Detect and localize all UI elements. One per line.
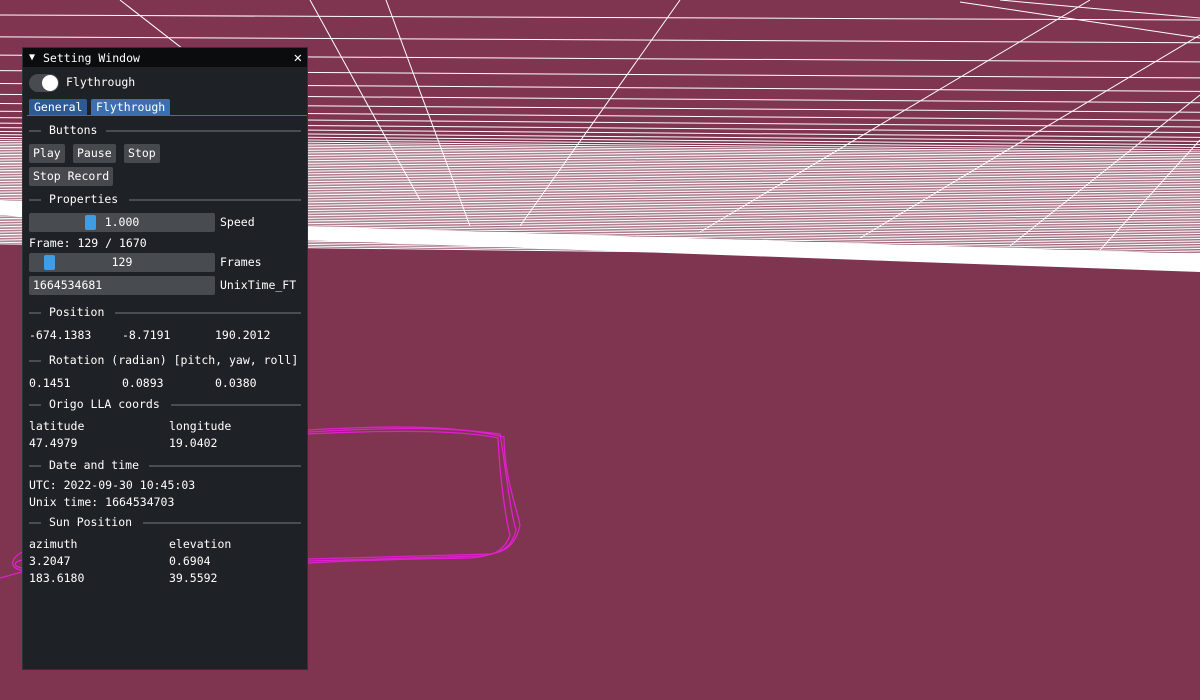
rotation-roll: 0.0380 xyxy=(215,376,257,390)
latitude-label: latitude xyxy=(29,419,85,433)
latitude-value: 47.4979 xyxy=(29,436,78,450)
frames-value: 129 xyxy=(111,255,133,269)
frames-label: Frames xyxy=(220,255,262,269)
utc-datetime: UTC: 2022-09-30 10:45:03 xyxy=(29,478,196,492)
grid-line xyxy=(999,0,1200,19)
tab-general[interactable]: General xyxy=(29,99,88,115)
rotation-pitch: 0.1451 xyxy=(29,376,71,390)
section-rotation-label: Rotation (radian) [pitch, yaw, roll] xyxy=(49,353,299,367)
azimuth-label: azimuth xyxy=(29,537,78,551)
flythrough-path xyxy=(0,571,23,579)
tab-flythrough[interactable]: Flythrough xyxy=(91,99,171,115)
flythrough-path xyxy=(307,427,517,562)
section-origo: Origo LLA coords xyxy=(29,397,301,411)
unixtime-input[interactable]: 1664534681 xyxy=(29,276,215,295)
longitude-label: longitude xyxy=(169,419,232,433)
section-origo-label: Origo LLA coords xyxy=(49,397,160,411)
elevation-label: elevation xyxy=(169,537,232,551)
unixtime-label: UnixTime_FT xyxy=(220,278,297,292)
stop-record-button[interactable]: Stop Record xyxy=(29,167,114,186)
tab-underline xyxy=(27,115,307,116)
toggle-knob xyxy=(42,75,58,91)
flythrough-toggle[interactable] xyxy=(29,74,59,92)
flythrough-path xyxy=(14,559,23,569)
position-x: -674.1383 xyxy=(29,328,92,342)
section-sun: Sun Position xyxy=(29,515,301,529)
position-y: -8.7191 xyxy=(122,328,171,342)
unix-time: Unix time: 1664534703 xyxy=(29,495,175,509)
elevation-deg-value: 39.5592 xyxy=(169,571,218,585)
elevation-rad-value: 0.6904 xyxy=(169,554,211,568)
speed-value: 1.000 xyxy=(104,215,140,229)
azimuth-rad-value: 3.2047 xyxy=(29,554,71,568)
window-titlebar[interactable]: ▼ Setting Window ✕ xyxy=(23,48,307,67)
section-datetime: Date and time xyxy=(29,458,301,472)
collapse-triangle-icon[interactable]: ▼ xyxy=(29,52,39,63)
rotation-yaw: 0.0893 xyxy=(122,376,164,390)
window-title: Setting Window xyxy=(43,50,140,65)
section-sun-label: Sun Position xyxy=(49,515,133,529)
flythrough-path xyxy=(307,430,511,564)
frame-counter: Frame: 129 / 1670 xyxy=(29,236,147,250)
frames-slider[interactable]: 129 xyxy=(29,253,215,272)
section-position-label: Position xyxy=(49,305,105,319)
section-position: Position xyxy=(29,305,301,319)
section-properties-label: Properties xyxy=(49,192,119,206)
stop-button[interactable]: Stop xyxy=(124,144,160,163)
speed-label: Speed xyxy=(220,215,255,229)
section-buttons-label: Buttons xyxy=(49,123,98,137)
section-rotation: Rotation (radian) [pitch, yaw, roll] xyxy=(29,353,301,367)
play-button[interactable]: Play xyxy=(29,144,65,163)
pause-button[interactable]: Pause xyxy=(73,144,116,163)
close-icon[interactable]: ✕ xyxy=(294,51,302,65)
section-buttons: Buttons xyxy=(29,123,301,137)
speed-slider[interactable]: 1.000 xyxy=(29,213,215,232)
section-properties: Properties xyxy=(29,192,301,206)
grid-line xyxy=(0,14,1200,21)
longitude-value: 19.0402 xyxy=(169,436,218,450)
azimuth-deg-value: 183.6180 xyxy=(29,571,85,585)
flythrough-toggle-label: Flythrough xyxy=(66,75,136,89)
section-datetime-label: Date and time xyxy=(49,458,140,472)
position-z: 190.2012 xyxy=(215,328,271,342)
setting-window[interactable]: ▼ Setting Window ✕ Flythrough General Fl… xyxy=(22,47,308,670)
flythrough-path xyxy=(307,426,521,560)
